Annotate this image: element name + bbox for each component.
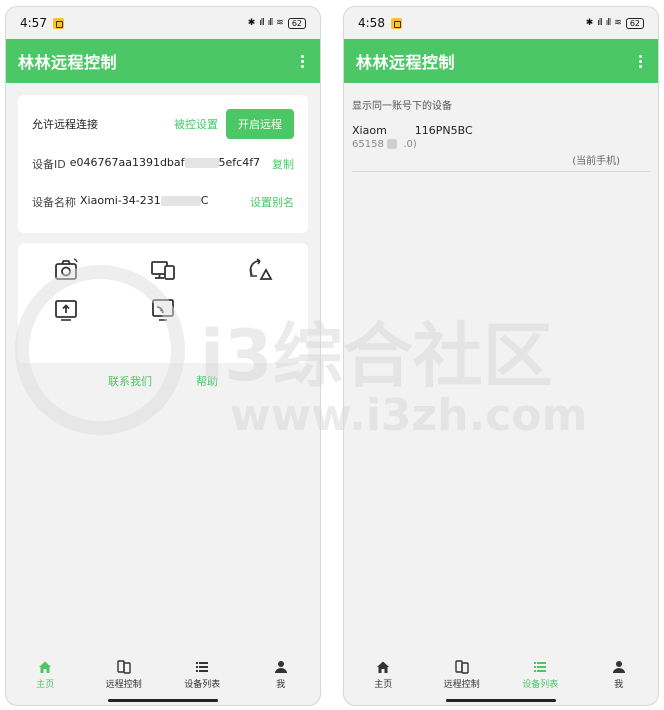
battery-icon: 62 [625,17,644,29]
status-time: 4:57 [20,16,47,30]
tool-receive-cast[interactable] [115,297,212,329]
contact-us-link[interactable]: 联系我们 [108,373,152,389]
phone-screen-home: 4:57 ✱ ıll ıll ≋ 62 林林远程控制 允许远程连接 被控设置 开… [5,6,321,706]
current-phone-tag: (当前手机) [572,156,620,167]
remote-control-icon [455,660,469,674]
tab-label: 我 [276,680,286,690]
device-name-value: Xiaomi-34-231 C [80,194,209,207]
tab-device-list[interactable]: 设备列表 [167,660,237,690]
tab-remote-control[interactable]: 远程控制 [89,660,159,690]
tab-me[interactable]: 我 [584,660,654,690]
app-title: 林林远程控制 [18,53,118,72]
redacted-block [160,196,201,206]
notification-icon [390,17,402,29]
bluetooth-icon: ✱ [247,18,256,28]
device-list-header: 显示同一账号下的设备 [352,101,452,112]
tab-label: 设备列表 [522,680,559,690]
tab-me[interactable]: 我 [246,660,316,690]
camera-icon [55,258,78,280]
status-time: 4:58 [358,16,385,30]
device-list-item[interactable]: Xiaom 116PN5BC 65158 .0) (当前手机) [344,122,658,167]
device-name-label: 设备名称 [32,196,76,209]
tab-home[interactable]: 主页 [10,660,80,690]
app-bar: 林林远程控制 [344,39,658,83]
tool-pc-control-phone[interactable] [115,257,212,289]
receive-cast-icon [152,299,174,321]
signal-icon: ıll [597,18,602,28]
device-id-value: e046767aa1391dbaf 5efc4f7 [69,156,261,169]
tools-card [18,243,308,363]
network-forward-icon [249,258,273,280]
tool-remote-camera[interactable] [18,257,115,289]
remote-control-icon [117,660,131,674]
tab-device-list[interactable]: 设备列表 [505,660,575,690]
bluetooth-icon: ✱ [585,18,594,28]
device-name: Xiaom 116PN5BC [352,124,473,137]
app-title: 林林远程控制 [356,53,456,72]
set-alias-link[interactable]: 设置别名 [250,194,294,210]
user-icon [274,661,287,673]
more-options-icon[interactable] [634,54,646,68]
tab-label: 远程控制 [443,680,480,690]
allow-remote-label: 允许远程连接 [32,118,98,131]
app-bar: 林林远程控制 [6,39,320,83]
status-bar: 4:57 ✱ ıll ıll ≋ 62 [6,7,320,39]
signal-icon-2: ıll [605,18,611,28]
pc-phone-icon [151,261,175,280]
wifi-icon: ≋ [276,18,284,28]
home-icon [39,661,52,673]
help-link[interactable]: 帮助 [196,373,218,389]
scan-cast-icon [55,300,78,321]
more-options-icon[interactable] [296,54,308,68]
bottom-tab-bar: 主页 远程控制 设备列表 我 [344,653,658,697]
notification-icon [52,17,64,29]
bottom-tab-bar: 主页 远程控制 设备列表 我 [6,653,320,697]
connection-card: 允许远程连接 被控设置 开启远程 设备ID e046767aa1391dbaf 5… [18,95,308,233]
redacted-block [387,139,397,149]
tool-network-forward[interactable] [211,257,308,289]
tool-scan-cast[interactable] [18,297,115,329]
status-bar: 4:58 ✱ ıll ıll ≋ 62 [344,7,658,39]
tab-label: 主页 [36,680,55,690]
wifi-icon: ≋ [614,18,622,28]
user-icon [612,661,625,673]
tab-label: 主页 [374,680,393,690]
tab-label: 远程控制 [105,680,142,690]
copy-link[interactable]: 复制 [272,156,294,172]
tab-home[interactable]: 主页 [348,660,418,690]
tab-label: 我 [614,680,624,690]
controlled-settings-link[interactable]: 被控设置 [174,116,218,132]
battery-icon: 62 [287,17,306,29]
divider [352,171,650,172]
signal-icon: ıll [259,18,264,28]
tab-remote-control[interactable]: 远程控制 [427,660,497,690]
redacted-block [184,158,219,168]
home-indicator[interactable] [108,699,218,702]
phone-screen-device-list: 4:58 ✱ ıll ıll ≋ 62 林林远程控制 显示同一账号下的设备 Xi… [343,6,659,706]
signal-icon-2: ıll [267,18,273,28]
device-list-icon [196,662,209,672]
device-id: 65158 .0) [352,139,417,150]
device-id-label: 设备ID [32,158,66,171]
tab-label: 设备列表 [184,680,221,690]
home-icon [377,661,390,673]
home-indicator[interactable] [446,699,556,702]
device-list-icon [534,662,547,672]
redacted-block [386,126,415,136]
start-remote-button[interactable]: 开启远程 [226,109,294,139]
